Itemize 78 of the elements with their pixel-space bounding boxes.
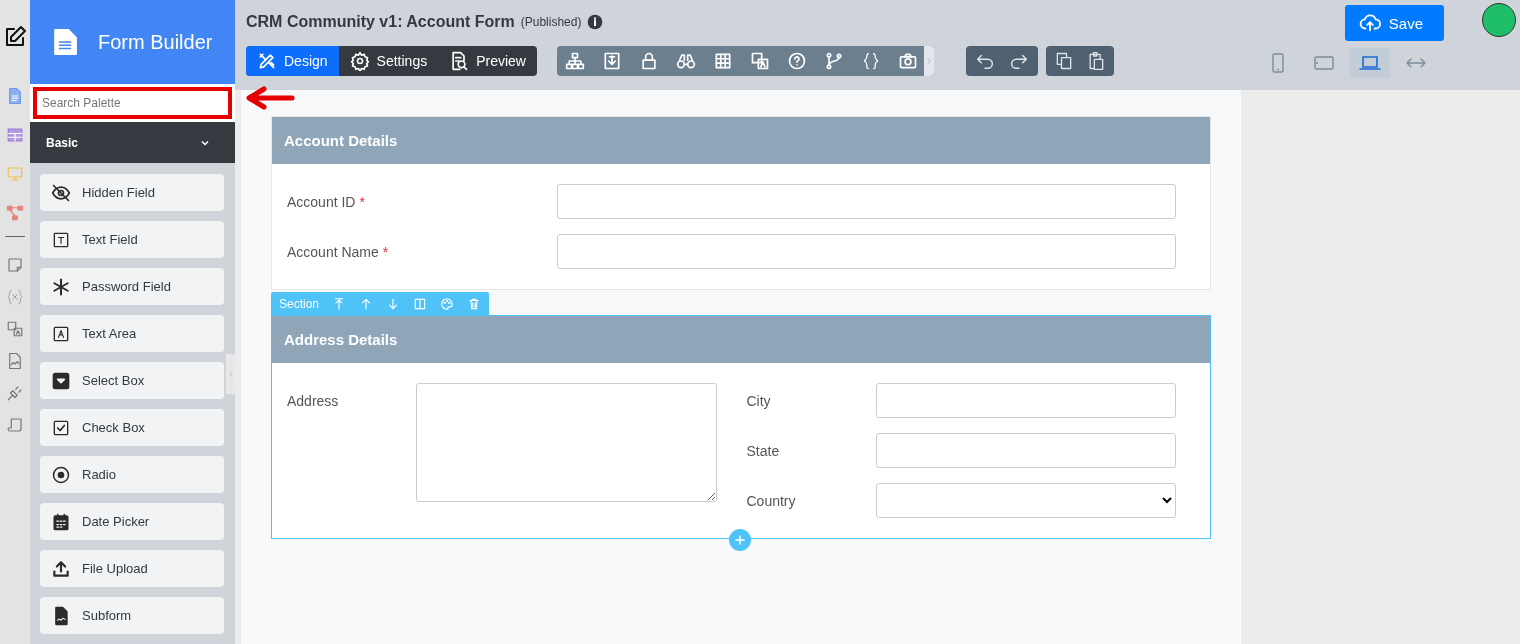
status-label: (Published) [520,15,582,29]
palette-item[interactable]: Date Picker [40,503,224,540]
branch-icon[interactable] [824,51,844,71]
section-header: Address Details [272,316,1210,363]
palette-icon[interactable] [440,296,455,311]
field-label: State [746,442,780,459]
note-icon[interactable] [6,256,24,274]
field-label: Account Name [287,243,379,260]
save-button[interactable]: Save [1344,5,1444,41]
palette-item[interactable]: Radio [40,456,224,493]
calendar-icon [51,511,71,532]
plus-icon [733,533,747,547]
flowchart-icon[interactable] [6,204,24,222]
import-icon[interactable] [602,51,622,71]
form-title: CRM Community v1: Account Form [246,13,515,31]
required-marker: * [359,194,365,209]
device-button[interactable] [1350,48,1390,78]
eye-slash-icon [51,182,71,203]
field-label: Country [746,492,796,509]
field-label: Address [287,392,339,409]
category-header[interactable]: Basic [30,122,235,163]
document-search-icon [449,51,470,71]
add-section-button[interactable] [729,529,751,551]
palette-item[interactable]: Text Area [40,315,224,352]
palette-item[interactable]: Password Field [40,268,224,305]
app-title: Form Builder [98,30,213,54]
sitemap-icon[interactable] [565,51,585,71]
text-area[interactable] [416,383,717,502]
table-icon[interactable] [6,126,24,144]
palette-item[interactable]: Select Box [40,362,224,399]
edit-icon[interactable] [3,25,27,49]
field-label: City [746,392,771,409]
variable-icon[interactable] [6,288,24,306]
translate-icon[interactable] [750,51,770,71]
palette-item[interactable]: File Upload [40,550,224,587]
select-field[interactable] [875,483,1176,518]
tab[interactable]: Design [246,46,339,76]
grid-icon[interactable] [713,51,733,71]
dropdown-icon [51,370,71,391]
avatar[interactable] [1482,3,1516,37]
input-field[interactable] [875,433,1176,468]
plug-icon[interactable] [6,384,24,402]
section-label: Section [279,296,320,311]
scroll-icon[interactable] [6,416,24,434]
input-field[interactable] [557,234,1176,269]
columns-icon[interactable] [413,296,428,311]
required-marker: * [382,244,389,259]
field-label: Account ID [287,193,356,210]
input-field[interactable] [875,383,1176,418]
braces-icon[interactable] [861,51,881,71]
tab[interactable]: Settings [338,46,439,76]
chevron-left-icon [226,369,235,379]
trash-icon[interactable] [467,296,482,311]
palette-item[interactable]: Text Field [40,221,224,258]
document-icon[interactable] [6,87,24,105]
palette-item[interactable]: Subform [40,597,224,634]
section-header: Account Details [272,117,1210,164]
radio-icon [51,464,71,485]
palette-item[interactable]: Hidden Field [40,174,224,211]
tab[interactable]: Preview [438,46,537,76]
palette-item[interactable]: Check Box [40,409,224,446]
upload-icon [51,558,71,579]
input-field[interactable] [557,184,1176,219]
translate-icon[interactable] [6,320,24,338]
asterisk-icon [51,276,71,297]
gear-icon [349,51,370,71]
cloud-upload-icon [1358,12,1381,34]
binoculars-icon[interactable] [676,51,696,71]
camera-icon[interactable] [898,51,918,71]
info-icon[interactable] [587,14,604,30]
pencil-ruler-icon [257,51,277,71]
copy-icon[interactable] [1054,51,1074,71]
chevron-right-icon [925,56,933,66]
search-field[interactable]: Search Palette [33,87,232,119]
lock-icon[interactable] [639,51,659,71]
collapse-handle[interactable] [226,354,235,394]
image-file-icon[interactable] [6,352,24,370]
help-icon[interactable] [787,51,807,71]
